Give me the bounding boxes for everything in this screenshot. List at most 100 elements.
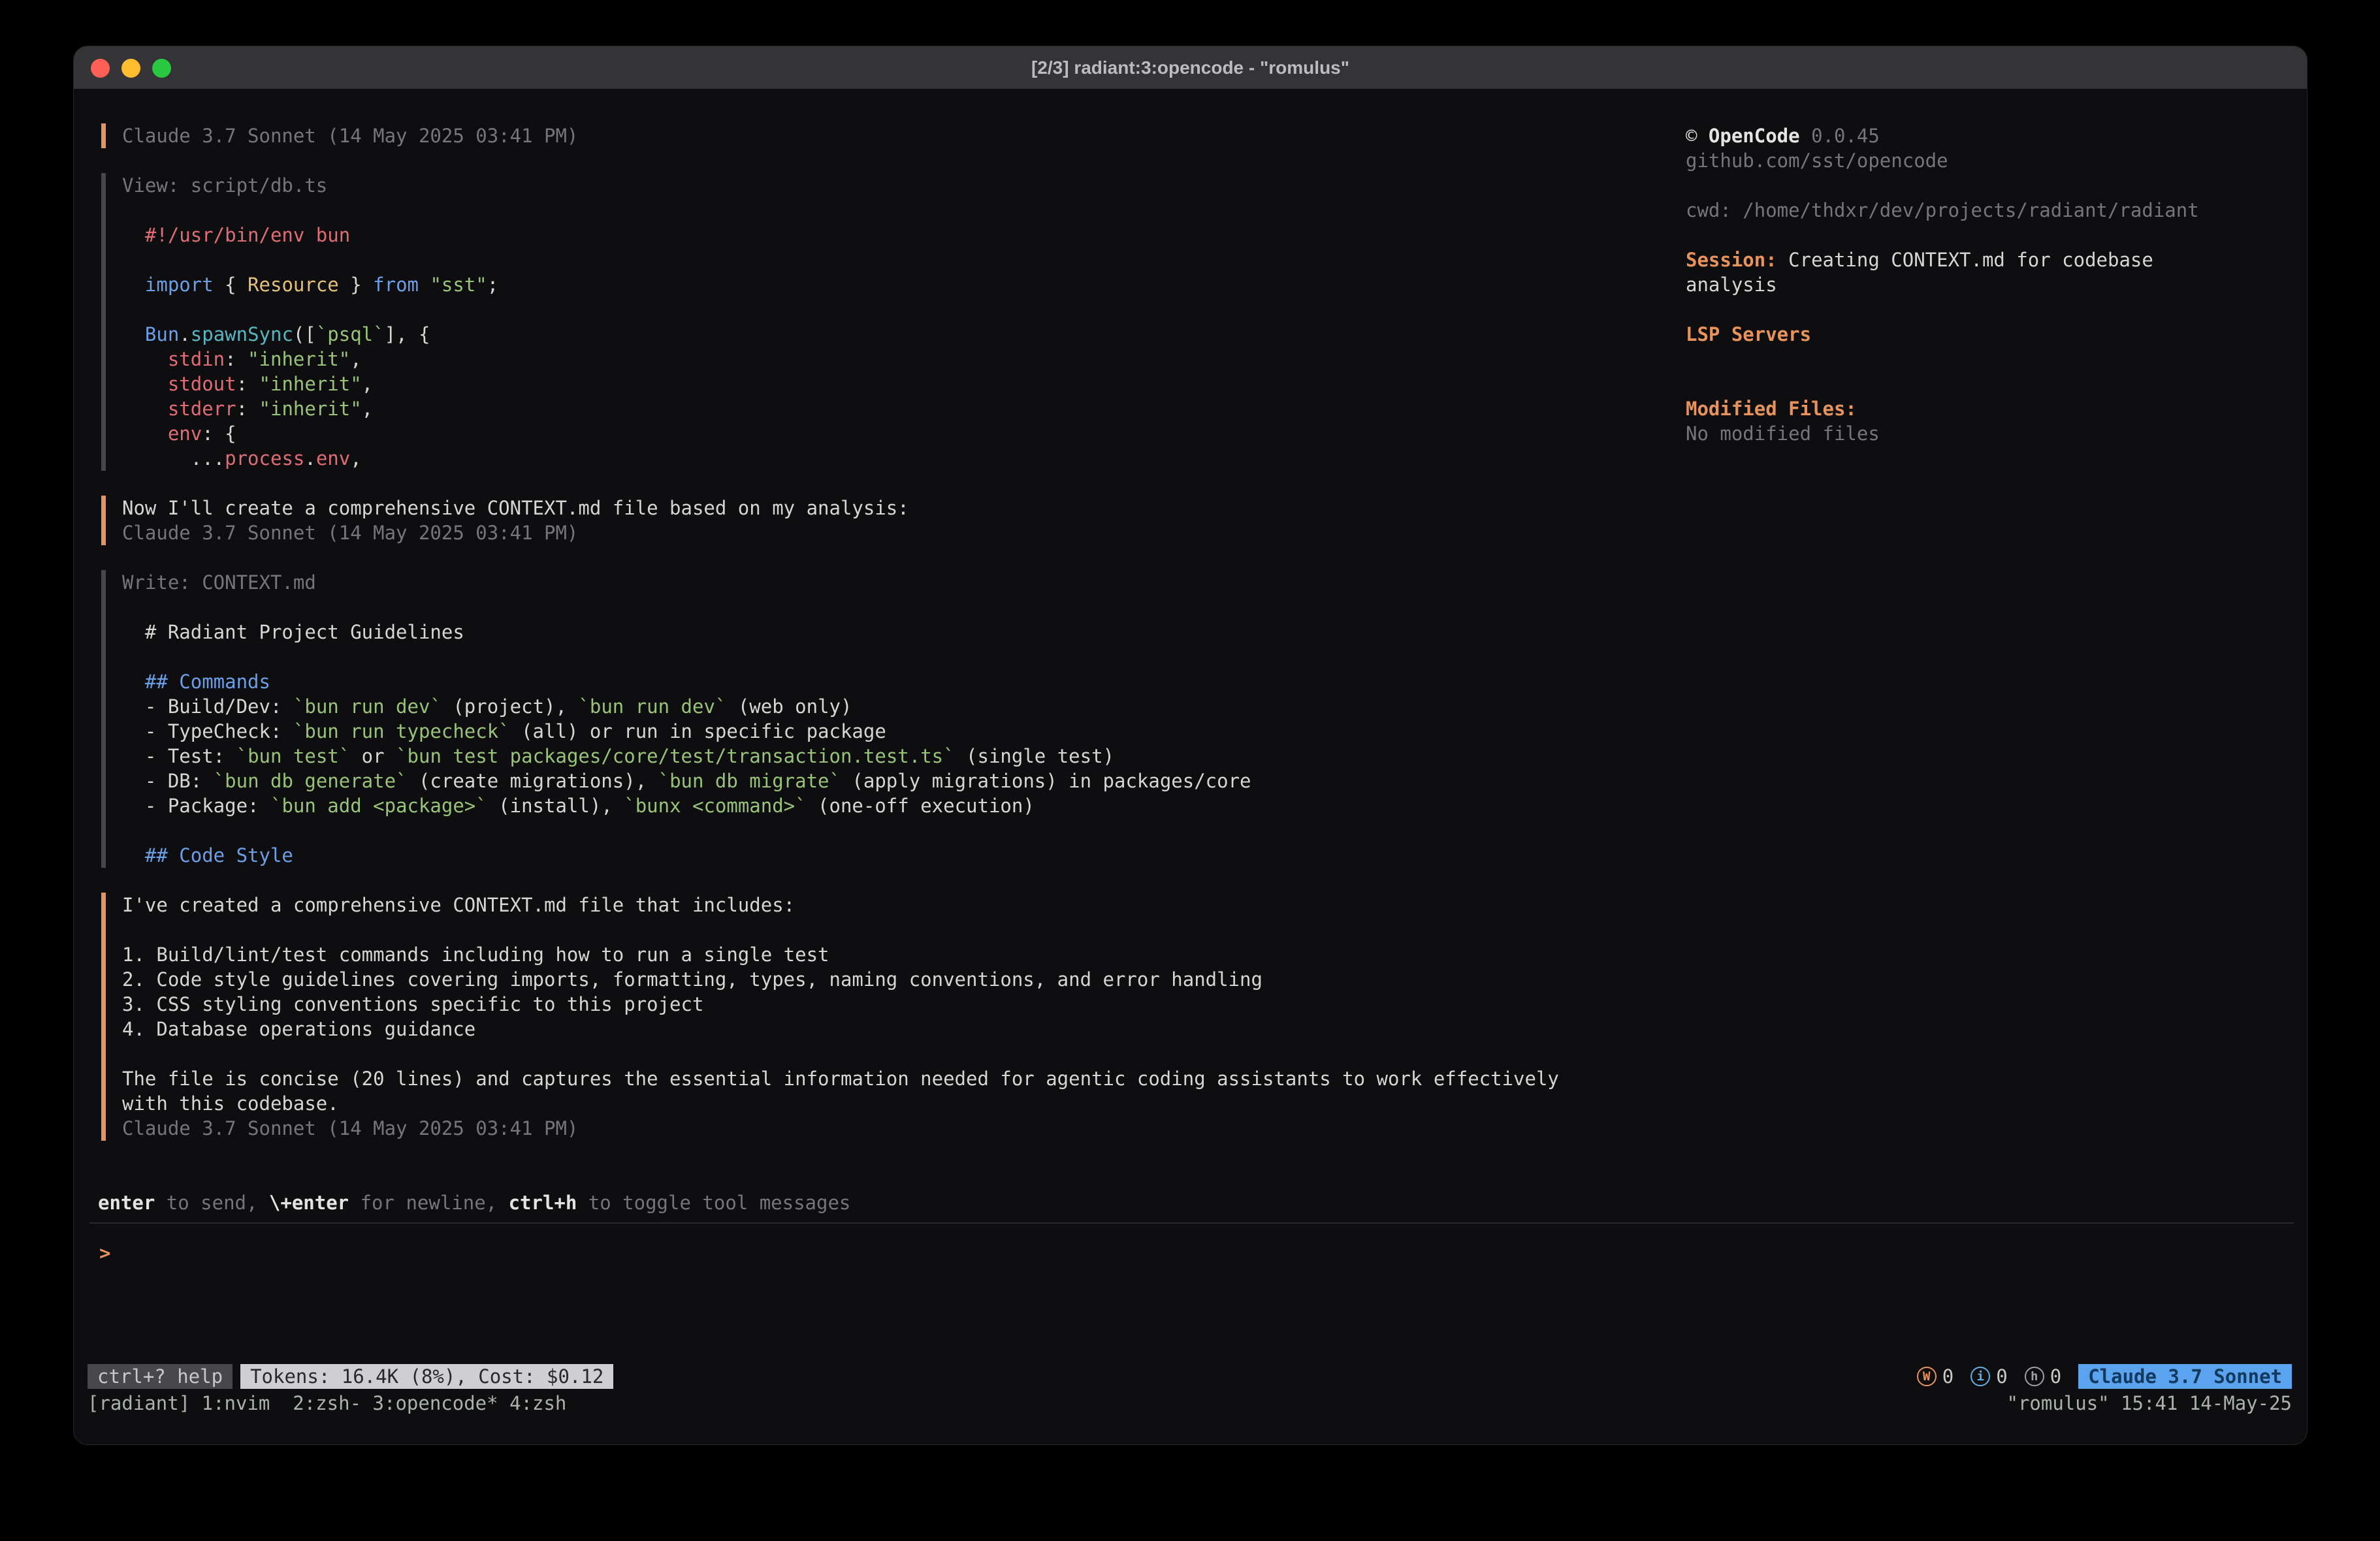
text-segment: (create migrations),: [408, 770, 658, 792]
text-line: # Radiant Project Guidelines: [122, 620, 1559, 644]
text-line: [122, 595, 1559, 620]
window-controls: [91, 46, 171, 89]
text-line: 3. CSS styling conventions specific to t…: [122, 992, 1559, 1017]
text-segment: Resource: [248, 274, 339, 296]
text-line: analysis: [1686, 272, 2199, 297]
zoom-button[interactable]: [152, 59, 171, 78]
text-segment: ,: [362, 398, 373, 420]
text-segment: 3. CSS styling conventions specific to t…: [122, 993, 703, 1015]
text-line: Modified Files:: [1686, 396, 2199, 421]
text-segment: .: [179, 323, 190, 345]
text-segment: ©: [1686, 125, 1709, 147]
status-bar: ctrl+? help Tokens: 16.4K (8%), Cost: $0…: [88, 1364, 2292, 1389]
text-segment: Claude 3.7 Sonnet (14 May 2025 03:41 PM): [122, 125, 578, 147]
text-line: 1. Build/lint/test commands including ho…: [122, 942, 1559, 967]
text-segment: {: [214, 274, 248, 296]
text-line: import { Resource } from "sst";: [122, 272, 1559, 297]
tmux-window-4[interactable]: 4:zsh: [509, 1392, 566, 1414]
text-segment: [122, 348, 168, 370]
text-segment: stdout: [168, 373, 236, 395]
text-line: enter to send, \+enter for newline, ctrl…: [98, 1190, 850, 1215]
text-segment: ## Commands: [122, 671, 270, 693]
help-badge[interactable]: ctrl+? help: [88, 1364, 233, 1389]
text-segment: `bun run typecheck`: [293, 720, 510, 742]
text-segment: :: [225, 348, 248, 370]
text-segment: .: [304, 447, 315, 469]
text-segment: (install),: [487, 795, 624, 817]
text-segment: "inherit": [248, 348, 350, 370]
text-segment: Bun: [145, 323, 179, 345]
text-segment: [122, 323, 145, 345]
text-segment: `bun test`: [236, 745, 351, 767]
text-segment: to send,: [155, 1192, 269, 1214]
window-titlebar[interactable]: [2/3] radiant:3:opencode - "romulus": [74, 46, 2307, 89]
text-segment: `psql`: [316, 323, 385, 345]
prompt-input[interactable]: >: [99, 1241, 110, 1265]
text-line: [1686, 297, 2199, 322]
text-segment: ,: [350, 447, 361, 469]
text-line: - DB: `bun db generate` (create migratio…: [122, 769, 1559, 793]
tmux-window-1[interactable]: 1:nvim: [202, 1392, 270, 1414]
terminal-window: [2/3] radiant:3:opencode - "romulus" Cla…: [73, 46, 2308, 1445]
text-segment: (single test): [955, 745, 1114, 767]
text-segment: ,: [350, 348, 361, 370]
text-segment: - DB:: [122, 770, 214, 792]
text-segment: with this codebase.: [122, 1092, 339, 1115]
text-segment: cwd: /home/thdxr/dev/projects/radiant/ra…: [1686, 199, 2199, 221]
text-segment: ([: [293, 323, 316, 345]
warnings-counter: W0: [1917, 1364, 1954, 1389]
model-badge[interactable]: Claude 3.7 Sonnet: [2078, 1364, 2292, 1389]
text-line: No modified files: [1686, 421, 2199, 446]
tool-block: View: script/db.ts #!/usr/bin/env bun im…: [101, 173, 1559, 471]
text-segment: `bun add <package>`: [270, 795, 487, 817]
hints-count: 0: [2050, 1364, 2061, 1389]
text-segment: [498, 1392, 509, 1414]
text-line: - TypeCheck: `bun run typecheck` (all) o…: [122, 719, 1559, 744]
text-segment: spawnSync: [191, 323, 293, 345]
text-segment: (project),: [442, 695, 579, 718]
text-segment: stdin: [168, 348, 225, 370]
text-line: #!/usr/bin/env bun: [122, 223, 1559, 247]
text-segment: for newline,: [349, 1192, 508, 1214]
text-segment: I've created a comprehensive CONTEXT.md …: [122, 894, 795, 916]
text-segment: github.com/sst/opencode: [1686, 150, 1948, 172]
text-segment: to toggle tool messages: [577, 1192, 850, 1214]
text-segment: OpenCode: [1709, 125, 1800, 147]
text-line: [122, 1041, 1559, 1066]
text-segment: (apply migrations) in packages/core: [841, 770, 1251, 792]
text-segment: `bun db migrate`: [658, 770, 841, 792]
text-line: ## Code Style: [122, 843, 1559, 868]
close-button[interactable]: [91, 59, 110, 78]
text-line: 2. Code style guidelines covering import…: [122, 967, 1559, 992]
text-segment: or: [350, 745, 396, 767]
text-segment: [122, 373, 168, 395]
text-segment: analysis: [1686, 274, 1777, 296]
text-segment: from: [373, 274, 419, 296]
tmux-window-2[interactable]: 2:zsh-: [293, 1392, 361, 1414]
text-segment: Now I'll create a comprehensive CONTEXT.…: [122, 497, 909, 519]
text-line: [1686, 223, 2199, 247]
text-segment: ...: [122, 447, 225, 469]
warnings-count: 0: [1942, 1364, 1954, 1389]
text-segment: # Radiant Project Guidelines: [122, 621, 464, 643]
text-line: [122, 917, 1559, 942]
minimize-button[interactable]: [121, 59, 140, 78]
text-line: - Test: `bun test` or `bun test packages…: [122, 744, 1559, 769]
text-segment: import: [145, 274, 214, 296]
text-segment: ctrl+h: [509, 1192, 577, 1214]
tmux-session-clock: "romulus" 15:41 14-May-25: [2007, 1391, 2292, 1416]
text-segment: No modified files: [1686, 422, 1880, 445]
text-line: Claude 3.7 Sonnet (14 May 2025 03:41 PM): [122, 520, 1559, 545]
text-segment: stderr: [168, 398, 236, 420]
text-segment: The file is concise (20 lines) and captu…: [122, 1068, 1559, 1090]
text-segment: - Test:: [122, 745, 236, 767]
text-segment: `bun run dev`: [293, 695, 442, 718]
text-line: stderr: "inherit",: [122, 396, 1559, 421]
text-segment: `bun db generate`: [214, 770, 408, 792]
tmux-window-3-active[interactable]: 3:opencode*: [373, 1392, 498, 1414]
text-line: stdout: "inherit",: [122, 372, 1559, 396]
text-segment: "inherit": [259, 398, 362, 420]
text-line: 4. Database operations guidance: [122, 1017, 1559, 1041]
text-line: [122, 247, 1559, 272]
text-line: Now I'll create a comprehensive CONTEXT.…: [122, 496, 1559, 520]
